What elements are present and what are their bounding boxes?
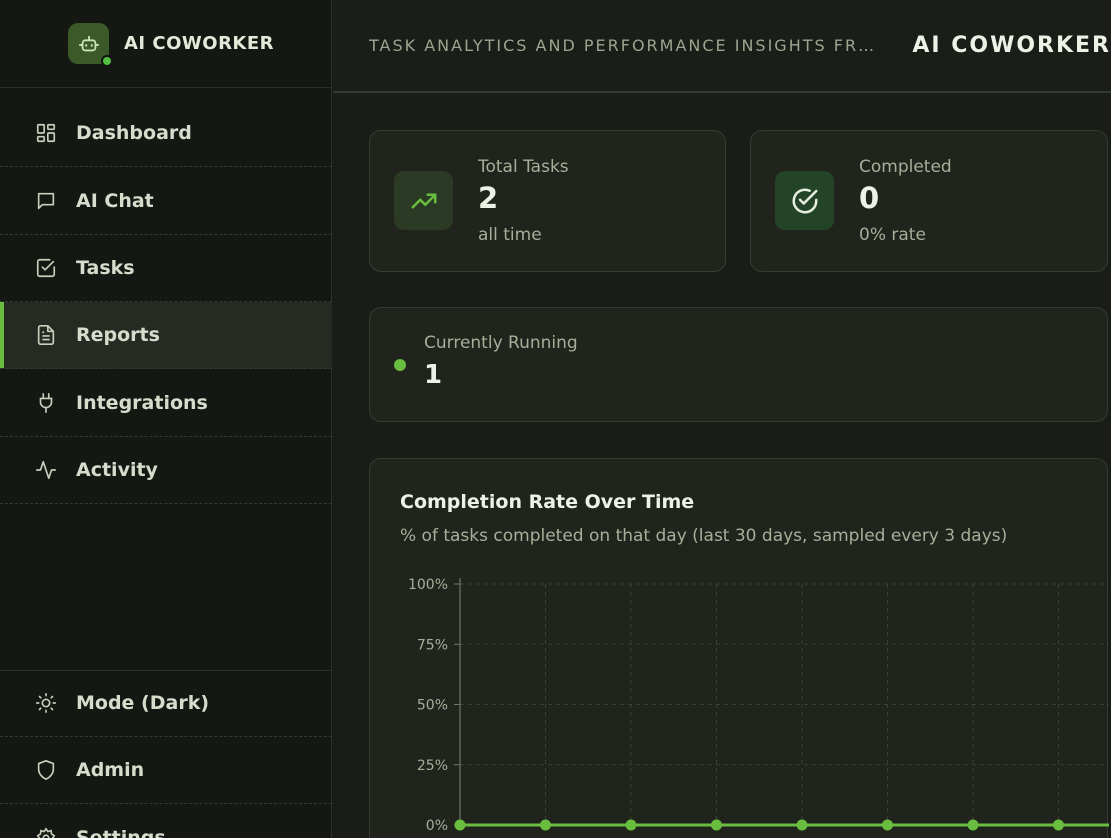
- sidebar-item-reports[interactable]: Reports: [0, 302, 332, 369]
- sidebar-item-label: Dashboard: [76, 122, 192, 144]
- y-tick-label: 100%: [408, 577, 448, 593]
- sidebar-item-admin[interactable]: Admin: [0, 737, 332, 804]
- gear-icon: [34, 826, 58, 838]
- page-header: TASK ANALYTICS AND PERFORMANCE INSIGHTS …: [333, 0, 1111, 93]
- y-tick-label: 50%: [417, 698, 448, 714]
- sidebar-item-settings[interactable]: Settings: [0, 804, 332, 838]
- chart-card-completion-rate: Completion Rate Over Time % of tasks com…: [369, 458, 1109, 838]
- data-point: [967, 819, 979, 831]
- brand-name: AI COWORKER: [124, 33, 275, 54]
- shield-icon: [34, 758, 58, 782]
- data-point: [796, 819, 808, 831]
- stat-card-currently-running: Currently Running 1: [369, 307, 1108, 422]
- robot-icon: [68, 23, 113, 67]
- stat-card-completed: Completed 0 0% rate: [750, 130, 1108, 272]
- online-status-dot: [101, 55, 113, 67]
- sidebar-item-integrations[interactable]: Integrations: [0, 370, 332, 437]
- data-point: [454, 819, 466, 831]
- data-point: [1053, 819, 1064, 831]
- mode-toggle-button[interactable]: Mode (Dark): [0, 670, 332, 737]
- sun-icon: [34, 691, 58, 715]
- sidebar-item-dashboard[interactable]: Dashboard: [0, 100, 332, 167]
- sidebar-item-label: Settings: [76, 826, 166, 838]
- stat-label: Total Tasks: [478, 157, 569, 177]
- checkbox-icon: [34, 256, 58, 280]
- stat-label: Currently Running: [424, 333, 578, 353]
- stat-label: Completed: [859, 157, 952, 177]
- check-circle-icon: [775, 171, 834, 230]
- y-tick-label: 25%: [417, 758, 448, 774]
- sidebar-item-label: Tasks: [76, 257, 135, 279]
- mode-toggle-label: Mode (Dark): [76, 692, 210, 714]
- y-tick-label: 0%: [426, 818, 448, 834]
- y-tick-label: 75%: [417, 637, 448, 653]
- sidebar-item-label: Integrations: [76, 392, 208, 414]
- page-subtitle: TASK ANALYTICS AND PERFORMANCE INSIGHTS …: [369, 36, 887, 55]
- app-root: AI COWORKER Dashboard AI Chat Tasks Repo…: [0, 0, 1111, 838]
- stat-value: 1: [424, 360, 443, 390]
- sidebar-item-label: Activity: [76, 459, 158, 481]
- data-point: [540, 819, 551, 831]
- sidebar: AI COWORKER Dashboard AI Chat Tasks Repo…: [0, 0, 332, 838]
- data-point: [882, 819, 893, 831]
- sidebar-item-ai-chat[interactable]: AI Chat: [0, 168, 332, 235]
- running-status-dot: [394, 359, 406, 371]
- page-title: AI COWORKER: [912, 33, 1111, 58]
- sidebar-item-activity[interactable]: Activity: [0, 437, 332, 504]
- sidebar-item-tasks[interactable]: Tasks: [0, 235, 332, 302]
- stat-value: 2: [478, 181, 499, 215]
- stat-sub: 0% rate: [859, 225, 926, 245]
- chat-bubble-icon: [34, 189, 58, 213]
- dashboard-grid-icon: [34, 121, 58, 145]
- stat-card-total-tasks: Total Tasks 2 all time: [369, 130, 726, 272]
- completion-rate-chart: 100% 75% 50% 25% 0%: [408, 577, 1109, 834]
- trending-up-icon: [394, 171, 453, 230]
- brand[interactable]: AI COWORKER: [0, 0, 331, 88]
- plug-icon: [34, 391, 58, 415]
- data-point: [625, 819, 637, 831]
- sidebar-item-label: AI Chat: [76, 190, 154, 212]
- activity-pulse-icon: [34, 458, 58, 482]
- document-icon: [34, 323, 58, 347]
- stat-value: 0: [859, 181, 880, 215]
- stat-sub: all time: [478, 225, 542, 245]
- sidebar-item-label: Admin: [76, 759, 145, 781]
- data-point: [711, 819, 722, 831]
- sidebar-item-label: Reports: [76, 324, 160, 346]
